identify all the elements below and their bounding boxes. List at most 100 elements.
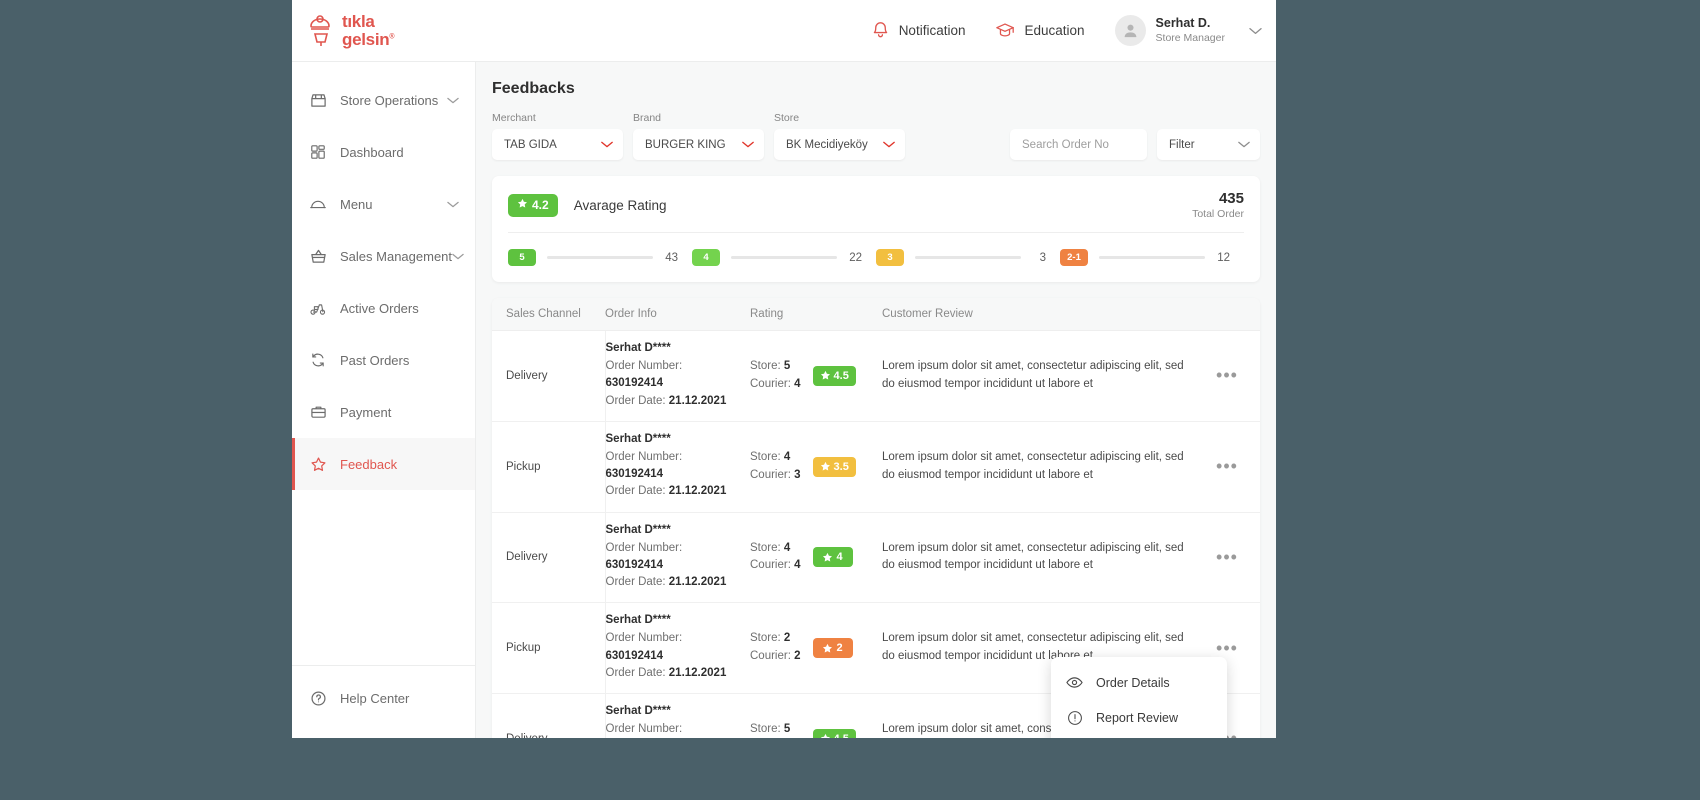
average-rating-label: Avarage Rating	[573, 197, 667, 213]
education-label: Education	[1024, 23, 1085, 38]
row-menu-button[interactable]: •••	[1204, 456, 1250, 477]
chevron-down-icon	[447, 91, 461, 109]
merchant-select[interactable]: TAB GIDA	[492, 129, 623, 160]
rating-bar-track	[731, 256, 837, 259]
cell-order-info: Serhat D****Order Number: 630192414Order…	[605, 512, 750, 604]
store-rating: Store: 4	[750, 541, 791, 554]
profile-name: Serhat D.	[1155, 16, 1211, 31]
avatar	[1114, 15, 1146, 46]
sidebar-item-sales-management[interactable]: Sales Management	[292, 230, 475, 282]
merchant-filter: Merchant TAB GIDA	[492, 112, 623, 160]
notification-button[interactable]: Notification	[871, 20, 965, 42]
chevron-down-icon	[883, 139, 895, 151]
cell-order-info: Serhat D****Order Number: 630192414Order…	[605, 694, 750, 739]
store-label: Store	[774, 112, 800, 124]
sidebar-item-past-orders[interactable]: Past Orders	[292, 334, 475, 386]
courier-rating: Courier: 4	[750, 377, 801, 390]
rating-bar-row: 3 3	[876, 249, 1060, 266]
cell-order-info: Serhat D****Order Number: 630192414Order…	[605, 421, 750, 513]
cell-sales-channel: Pickup	[492, 421, 606, 513]
sidebar-item-feedback[interactable]: Feedback	[292, 438, 475, 490]
search-input[interactable]	[1022, 138, 1176, 151]
customer-name: Serhat D****	[605, 342, 671, 354]
score-value: 4.5	[833, 369, 849, 382]
row-menu-button[interactable]: •••	[1204, 638, 1250, 659]
sidebar-item-dashboard[interactable]: Dashboard	[292, 126, 475, 178]
score-badge: 4.5	[812, 728, 856, 738]
cell-sales-channel: Delivery	[492, 512, 606, 604]
context-menu-item-reply-to-review[interactable]: Reply To Review	[1051, 735, 1227, 738]
search-order-box[interactable]	[1010, 129, 1189, 160]
profile-text: Serhat D. Store Manager	[1156, 16, 1225, 45]
score-value: 4	[836, 551, 843, 564]
sidebar-item-payment[interactable]: Payment	[292, 386, 475, 438]
row-menu-button[interactable]: •••	[1204, 365, 1250, 386]
sidebar-item-label: Payment	[340, 404, 392, 420]
col-rating: Rating	[750, 298, 882, 331]
sidebar-item-label: Dashboard	[340, 144, 404, 160]
star-icon	[820, 371, 830, 380]
sidebar-item-label: Sales Management	[340, 248, 453, 264]
sidebar-item-active-orders[interactable]: Active Orders	[292, 282, 475, 334]
brand-select[interactable]: BURGER KING	[633, 129, 764, 160]
store-rating: Store: 5	[750, 360, 791, 373]
help-icon	[308, 690, 328, 707]
table-head: Sales Channel Order Info Rating Customer…	[492, 298, 1260, 331]
eye-icon	[1065, 676, 1084, 689]
basket-icon	[308, 248, 328, 265]
chevron-down-icon	[447, 195, 461, 213]
cell-actions: •••	[1204, 330, 1260, 422]
customer-name: Serhat D****	[605, 614, 671, 627]
body-wrapper: Store Operations Dashboard Menu Sales Ma…	[292, 62, 1276, 738]
sidebar-item-label: Help Center	[340, 690, 410, 706]
sidebar-item-help-center[interactable]: Help Center	[292, 672, 475, 724]
filter-button[interactable]: Filter	[1157, 129, 1260, 160]
score-badge: 2	[812, 638, 853, 659]
context-menu-item-order-details[interactable]: Order Details	[1051, 665, 1227, 700]
store-value: BK Mecidiyeköy	[786, 138, 868, 151]
table-header-row: Sales Channel Order Info Rating Customer…	[492, 298, 1260, 331]
order-number: Order Number: 630192414	[605, 632, 683, 662]
order-number: Order Number: 630192414	[605, 450, 683, 480]
rating-bar-row: 4 22	[692, 249, 876, 266]
brand-value: BURGER KING	[645, 138, 726, 151]
education-button[interactable]: Education	[995, 20, 1085, 42]
profile-menu[interactable]: Serhat D. Store Manager	[1114, 15, 1262, 46]
context-menu-item-report-review[interactable]: Report Review	[1051, 700, 1227, 735]
app-window: tıkla gelsin® Notification Education Ser…	[292, 0, 1276, 738]
sidebar-item-label: Menu	[340, 196, 373, 212]
cell-sales-channel: Delivery	[492, 330, 606, 422]
cell-sales-channel: Pickup	[492, 602, 606, 694]
help-center-section: Help Center	[292, 665, 475, 738]
menu-dome-icon	[308, 197, 328, 211]
score-value: 3.5	[833, 460, 849, 473]
cell-customer-review: Lorem ipsum dolor sit amet, consectetur …	[882, 421, 1204, 513]
rating-summary-header: 4.2 Avarage Rating 435 Total Order	[508, 190, 1244, 220]
rating-distribution: 5 43 4 22 3 3 2-1 12	[508, 249, 1244, 266]
col-actions	[1204, 298, 1260, 331]
sidebar-item-menu[interactable]: Menu	[292, 178, 475, 230]
rating-count: 43	[665, 251, 678, 264]
rating-divider	[508, 232, 1244, 233]
briefcase-icon	[308, 404, 328, 420]
order-date: Order Date: 21.12.2021	[605, 666, 727, 679]
average-rating-value: 4.2	[532, 198, 549, 212]
chevron-down-icon	[1238, 139, 1250, 151]
scooter-logo-icon	[308, 14, 338, 48]
logo-line-1: tıkla	[342, 12, 375, 31]
cell-order-info: Serhat D****Order Number: 630192414Order…	[605, 330, 750, 422]
brand-logo[interactable]: tıkla gelsin®	[308, 13, 394, 48]
merchant-label: Merchant	[492, 112, 536, 124]
star-icon	[823, 552, 833, 562]
rating-chip: 4	[692, 249, 720, 266]
cell-sales-channel: Delivery	[492, 693, 606, 738]
main-content: Feedbacks Merchant TAB GIDA Brand BURGER…	[476, 62, 1276, 738]
store-select[interactable]: BK Mecidiyeköy	[774, 129, 905, 160]
rating-chip: 5	[508, 249, 536, 266]
customer-name: Serhat D****	[605, 432, 671, 445]
row-menu-button[interactable]: •••	[1204, 547, 1250, 568]
cell-actions: •••	[1204, 421, 1260, 513]
sidebar-item-store-operations[interactable]: Store Operations	[292, 74, 475, 126]
rating-count: 12	[1217, 251, 1230, 264]
